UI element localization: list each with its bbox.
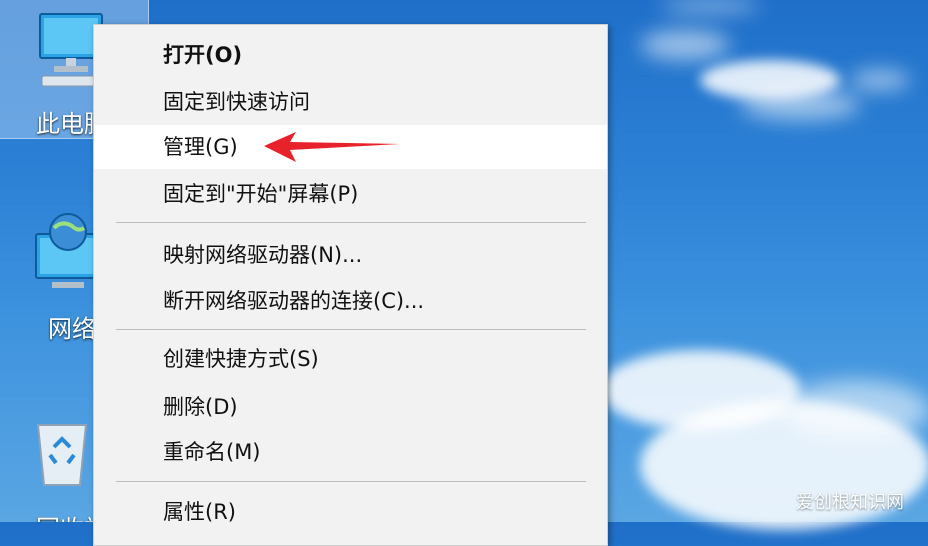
menu-item-open[interactable]: 打开(O) — [94, 33, 607, 77]
menu-item-pin-start[interactable]: 固定到"开始"屏幕(P) — [94, 172, 607, 216]
menu-item-create-shortcut[interactable]: 创建快捷方式(S) — [94, 337, 607, 381]
wallpaper-cloud — [740, 90, 860, 120]
menu-item-rename[interactable]: 重命名(M) — [94, 430, 607, 474]
desktop-icon-label: 网络 — [48, 315, 96, 343]
menu-separator — [116, 481, 586, 482]
wallpaper-cloud — [640, 30, 730, 60]
watermark: 爱创根知识网 — [796, 492, 904, 513]
menu-item-properties[interactable]: 属性(R) — [94, 490, 607, 534]
menu-separator — [116, 222, 586, 223]
wallpaper-cloud — [780, 380, 928, 440]
menu-item-pin-quick-access[interactable]: 固定到快速访问 — [94, 80, 607, 124]
context-menu: 打开(O) 固定到快速访问 管理(G) 固定到"开始"屏幕(P) 映射网络驱动器… — [93, 24, 608, 546]
menu-item-delete[interactable]: 删除(D) — [94, 385, 607, 429]
menu-item-map-network-drive[interactable]: 映射网络驱动器(N)... — [94, 233, 607, 277]
menu-separator — [116, 329, 586, 330]
wallpaper-cloud — [660, 0, 760, 12]
network-icon — [35, 213, 99, 288]
annotation-arrow-icon — [264, 132, 400, 162]
recycle-bin-icon — [36, 424, 88, 486]
menu-item-disconnect-network-drive[interactable]: 断开网络驱动器的连接(C)... — [94, 279, 607, 323]
wallpaper-cloud — [850, 70, 910, 90]
